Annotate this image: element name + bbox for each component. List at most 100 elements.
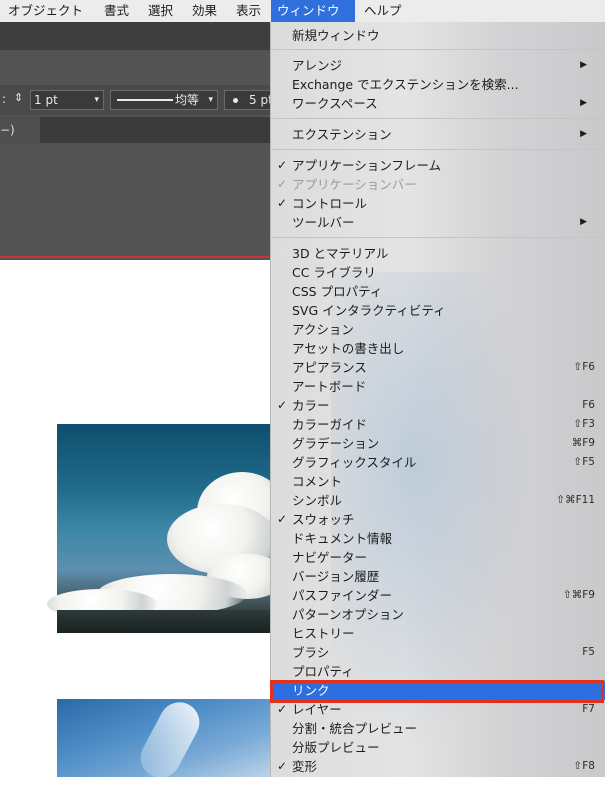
menu-item-label: 分割・統合プレビュー [292,721,418,736]
menu-separator [271,149,605,150]
submenu-arrow-icon: ▶ [580,217,587,227]
shortcut-label: ⇧F5 [573,456,595,468]
app-title-strip [0,22,271,50]
profile-label: 均等 [175,93,200,107]
menu-select[interactable]: 選択 [142,0,179,22]
menu-item-panel[interactable]: ドキュメント情報 [271,529,605,548]
menu-item-panel[interactable]: ✓ カラー F6 [271,396,605,415]
variable-width-profile[interactable]: 均等 ▾ [110,90,218,110]
brush-definition[interactable]: 5 pt [224,90,274,110]
menu-item-panel[interactable]: アートボード [271,377,605,396]
menu-item-label: コメント [292,474,343,489]
menu-item-workspace[interactable]: ワークスペース ▶ [271,94,605,113]
menu-item-panel[interactable]: コメント [271,472,605,491]
document-tab[interactable]: −) [0,117,40,143]
shortcut-label: ⇧⌘F11 [556,494,595,506]
menu-window[interactable]: ウィンドウ [271,0,355,22]
menu-item-label: アートボード [292,379,367,394]
stroke-line-icon [117,99,173,101]
menu-item-panel[interactable]: ナビゲーター [271,548,605,567]
stroke-weight-field[interactable]: 1 pt ▾ [30,90,104,110]
menu-item-panel[interactable]: アセットの書き出し [271,339,605,358]
menu-item-panel[interactable]: 分割・統合プレビュー [271,719,605,738]
menu-item-panel[interactable]: シンボル ⇧⌘F11 [271,491,605,510]
stepper-icon[interactable]: ⇕ [14,91,23,104]
menu-item-label: 3D とマテリアル [292,246,389,261]
menu-item-panel[interactable]: バージョン履歴 [271,567,605,586]
submenu-arrow-icon: ▶ [580,129,587,139]
menu-item-panel[interactable]: CSS プロパティ [271,282,605,301]
menu-item-label: アピアランス [292,360,367,375]
menu-separator [271,237,605,238]
shortcut-label: F6 [582,399,595,411]
mountain-silhouette [57,610,271,633]
menu-item-label: アクション [292,322,354,337]
point-label: 5 pt [249,93,273,107]
checkmark-icon: ✓ [277,759,288,773]
menu-item-panel[interactable]: アピアランス ⇧F6 [271,358,605,377]
menu-item-panel[interactable]: 3D とマテリアル [271,244,605,263]
menu-effect[interactable]: 効果 [186,0,223,22]
shortcut-label: ⇧F3 [573,418,595,430]
menu-item-panel[interactable]: 分版プレビュー [271,738,605,757]
menu-item-label: CC ライブラリ [292,265,376,280]
menu-item-label: ドキュメント情報 [292,531,393,546]
menu-separator [271,118,605,119]
menu-item-label: アセットの書き出し [292,341,405,356]
checkmark-icon: ✓ [277,512,288,526]
menu-item-control[interactable]: ✓ コントロール [271,194,605,213]
menu-item-label: グラデーション [292,436,380,451]
document-tab-row [0,117,271,143]
menu-item-app-frame[interactable]: ✓ アプリケーションフレーム [271,156,605,175]
menu-item-label: SVG インタラクティビティ [292,303,446,318]
menu-item-new-window[interactable]: 新規ウィンドウ [271,26,605,45]
checkmark-icon: ✓ [277,196,288,210]
menu-item-toolbar[interactable]: ツールバー ▶ [271,213,605,232]
highlight-annotation-box [270,680,604,703]
menu-item-panel[interactable]: グラフィックスタイル ⇧F5 [271,453,605,472]
menu-separator [271,49,605,50]
menu-item-label: ヒストリー [292,626,355,641]
menu-item-panel[interactable]: ✓ 変形 ⇧F8 [271,757,605,776]
menu-item-label: シンボル [292,493,343,508]
menu-view[interactable]: 表示 [230,0,267,22]
menu-item-extensions[interactable]: エクステンション ▶ [271,125,605,144]
menu-item-panel[interactable]: ヒストリー [271,624,605,643]
menu-item-panel[interactable]: CC ライブラリ [271,263,605,282]
menu-item-label: 分版プレビュー [292,740,380,755]
menu-help[interactable]: ヘルプ [358,0,408,22]
menu-item-label: バージョン履歴 [292,569,380,584]
menu-item-panel[interactable]: パターンオプション [271,605,605,624]
submenu-arrow-icon: ▶ [580,60,587,70]
menu-item-panel[interactable]: プロパティ [271,662,605,681]
shortcut-label: ⇧⌘F9 [562,589,595,601]
menu-item-panel[interactable]: カラーガイド ⇧F3 [271,415,605,434]
window-menu-dropdown: 新規ウィンドウ アレンジ ▶ Exchange でエクステンションを検索... … [271,22,605,777]
menu-item-panel[interactable]: アクション [271,320,605,339]
menu-item-exchange[interactable]: Exchange でエクステンションを検索... [271,75,605,94]
chevron-down-icon: ▾ [208,95,213,105]
stroke-prefix: : [2,92,7,106]
chevron-down-icon: ▾ [94,95,99,105]
menu-item-panel[interactable]: グラデーション ⌘F9 [271,434,605,453]
menu-item-label: CSS プロパティ [292,284,383,299]
menu-bar: オブジェクト 書式 選択 効果 表示 ウィンドウ ヘルプ [0,0,605,23]
menu-item-label: ナビゲーター [292,550,368,565]
menu-item-label: プロパティ [292,664,354,679]
menu-item-panel[interactable]: パスファインダー ⇧⌘F9 [271,586,605,605]
menu-item-label: 変形 [292,759,318,774]
menu-item-app-bar: ✓ アプリケーションバー [277,177,417,192]
shortcut-label: ⇧F8 [573,760,595,772]
shortcut-label: F5 [582,646,595,658]
menu-type[interactable]: 書式 [98,0,135,22]
menu-item-panel[interactable]: ✓ スウォッチ [271,510,605,529]
checkmark-icon: ✓ [277,177,288,191]
menu-item-label: パスファインダー [292,588,393,603]
menu-item-label: スウォッチ [292,512,355,527]
menu-object[interactable]: オブジェクト [2,0,89,22]
menu-item-panel[interactable]: ブラシ F5 [271,643,605,662]
stroke-weight-value: 1 pt [34,93,58,107]
cloud-photo [47,424,287,633]
menu-item-arrange[interactable]: アレンジ ▶ [271,56,605,75]
menu-item-panel[interactable]: SVG インタラクティビティ [271,301,605,320]
